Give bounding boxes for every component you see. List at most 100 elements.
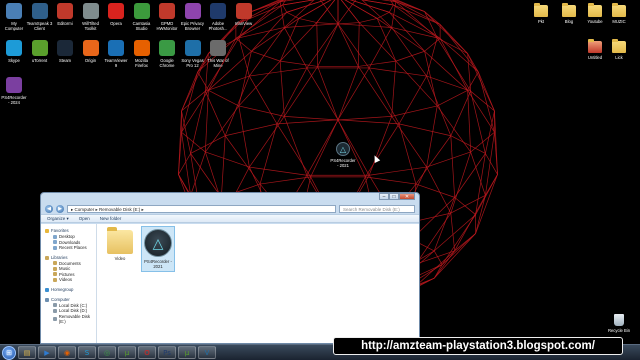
- vegas-icon: [184, 40, 201, 56]
- taskbar-skype-button[interactable]: S: [78, 346, 96, 359]
- open-button[interactable]: Open: [79, 216, 90, 221]
- explorer-icon: ▤: [23, 348, 31, 357]
- desktop-icon-label: WillTilted Toolkit: [82, 21, 99, 31]
- desktop-icon-utorrent[interactable]: uTorrent: [27, 40, 53, 63]
- desktop-icon-chrome[interactable]: Google Chrome: [154, 40, 180, 68]
- sphere-edge-337: [337, 23, 359, 67]
- taskbar-photoshop-button[interactable]: Ps: [158, 346, 176, 359]
- nav-item[interactable]: Removable Disk (E:): [45, 314, 96, 325]
- sphere-edge-429: [316, 22, 339, 25]
- taskbar-opera-button[interactable]: O: [138, 346, 156, 359]
- sphere-edge-383: [317, 23, 339, 67]
- desktop-icon-firefox[interactable]: Mozilla Firefox: [129, 40, 155, 68]
- close-button[interactable]: ✕: [399, 193, 415, 200]
- desktop-icon-opera[interactable]: Opera: [103, 3, 129, 26]
- desktop-icon-camtasia[interactable]: Camtasia Studio: [129, 3, 155, 31]
- back-button[interactable]: ◀: [45, 205, 53, 213]
- desktop-icon-vegas[interactable]: Sony Vegas Pro 12: [180, 40, 206, 68]
- irfanview-icon: [235, 3, 252, 19]
- taskbar-media-player-button[interactable]: ▶: [38, 346, 56, 359]
- desktop-icon-computer[interactable]: My Computer: [1, 3, 27, 31]
- computer-icon: [45, 297, 49, 302]
- ps4-triangle-icon: △: [336, 142, 350, 156]
- sphere-edge-245: [426, 105, 438, 168]
- desktop-icon-label: Editormi: [57, 21, 73, 26]
- desktop-icon-untitled[interactable]: Untitled: [582, 39, 608, 60]
- window-titlebar[interactable]: – □ ✕: [41, 193, 419, 204]
- taskbar-firefox-button[interactable]: ◉: [58, 346, 76, 359]
- desktop-icon-origin[interactable]: Origin: [78, 40, 104, 63]
- desktop-icon-skype[interactable]: Skype: [1, 40, 27, 63]
- sphere-edge-331: [238, 60, 281, 107]
- sphere-edge-154: [475, 195, 486, 234]
- desktop-icon-ps4recorder[interactable]: △ PS4Recorder - 2021: [330, 142, 356, 168]
- sphere-edge-335: [279, 61, 285, 117]
- sphere-edge-209: [485, 110, 495, 154]
- search-input[interactable]: Search Removable Disk (E:): [339, 205, 415, 213]
- organize-button[interactable]: Organize ▾: [47, 216, 69, 222]
- sphere-edge-306: [391, 27, 438, 39]
- desktop-icon-game[interactable]: This War of Mine: [205, 40, 231, 68]
- sphere-edge-225: [178, 153, 191, 175]
- desktop-icon-tools[interactable]: WillTilted Toolkit: [78, 3, 104, 31]
- address-bar[interactable]: ▸ Computer ▸ Removable Disk (E:) ▸: [67, 205, 336, 213]
- sphere-edge-302: [439, 38, 479, 73]
- taskbar-utorrent2-button[interactable]: µ: [178, 346, 196, 359]
- forward-button[interactable]: ▶: [56, 205, 64, 213]
- file-list-pane: Video △ PS4Recorder - 2021: [97, 224, 419, 343]
- desktop-icon-recycle-bin[interactable]: Recycle Bin: [606, 314, 632, 333]
- skype-icon: S: [84, 348, 90, 357]
- desktop-icon-muzic[interactable]: MUZIC: [606, 3, 632, 24]
- file-item-ps4recorder[interactable]: △ PS4Recorder - 2021: [141, 226, 175, 272]
- taskbar-explorer-button[interactable]: ▤: [18, 346, 36, 359]
- sphere-edge-250: [467, 90, 495, 133]
- sphere-edge-110: [441, 233, 476, 265]
- desktop-icon-steam[interactable]: Steam: [52, 40, 78, 63]
- nav-item[interactable]: Videos: [45, 277, 96, 283]
- desktop-icon-blog[interactable]: Blog: [556, 3, 582, 24]
- sphere-edge-380: [279, 22, 318, 62]
- sphere-edge-277: [181, 71, 199, 133]
- desktop-icon-youtube[interactable]: Youtube: [582, 3, 608, 24]
- nav-item-icon: [53, 234, 57, 239]
- desktop-icon-irfanview[interactable]: IrfanView: [231, 3, 257, 26]
- sphere-edge-258: [369, 67, 427, 77]
- maximize-button[interactable]: □: [389, 193, 399, 200]
- desktop-icon-label: Epic Privacy Browser: [180, 21, 205, 31]
- desktop-icon-label: Sony Vegas Pro 12: [181, 58, 204, 68]
- start-button[interactable]: ⊞: [2, 345, 16, 360]
- monitor-icon: [159, 3, 175, 19]
- sphere-edge-289: [337, 66, 359, 121]
- desktop-icon-epic[interactable]: Epic Privacy Browser: [180, 3, 206, 31]
- sphere-edge-254: [467, 53, 495, 112]
- file-item-video-folder[interactable]: Video: [103, 227, 137, 261]
- taskbar-vegas-button[interactable]: V: [198, 346, 216, 359]
- tools-icon: [82, 3, 99, 19]
- desktop-icon-teamviewer[interactable]: TeamViewer 9: [103, 40, 129, 68]
- desktop-icon-monitor[interactable]: GPMD HWMonitor: [154, 3, 180, 31]
- taskbar-utorrent-button[interactable]: µ: [118, 346, 136, 359]
- sphere-edge-333: [284, 116, 339, 121]
- minimize-button[interactable]: –: [379, 193, 389, 200]
- sphere-edge-220: [249, 75, 278, 125]
- desktop-icon-winrar[interactable]: PS4Recorder - 2024: [1, 77, 27, 105]
- nav-homegroup[interactable]: Homegroup: [45, 287, 96, 293]
- recycle-bin-icon: [614, 314, 624, 326]
- desktop-icon-lick[interactable]: Lick: [606, 39, 632, 60]
- sphere-edge-301: [439, 24, 479, 73]
- new-folder-button[interactable]: New folder: [100, 216, 122, 221]
- sphere-edge-163: [415, 135, 452, 185]
- nav-item-icon: [53, 266, 57, 271]
- sphere-edge-275: [181, 71, 199, 112]
- nav-item[interactable]: Recent Places: [45, 245, 96, 251]
- sphere-edge-382: [316, 22, 319, 67]
- chrome-icon: [159, 40, 175, 56]
- desktop-icon-pkt[interactable]: Pkt: [528, 3, 554, 24]
- desktop-icon-teamspeak[interactable]: TeamSpeak 3 Client: [27, 3, 53, 31]
- desktop-icon-editor[interactable]: Editormi: [52, 3, 78, 26]
- sphere-edge-242: [368, 116, 393, 176]
- media-player-icon: ▶: [44, 348, 50, 357]
- utorrent-icon: µ: [124, 348, 130, 357]
- taskbar-chrome-button[interactable]: ◎: [98, 346, 116, 359]
- desktop-icon-photoshop[interactable]: Adobe Photosh...: [205, 3, 231, 31]
